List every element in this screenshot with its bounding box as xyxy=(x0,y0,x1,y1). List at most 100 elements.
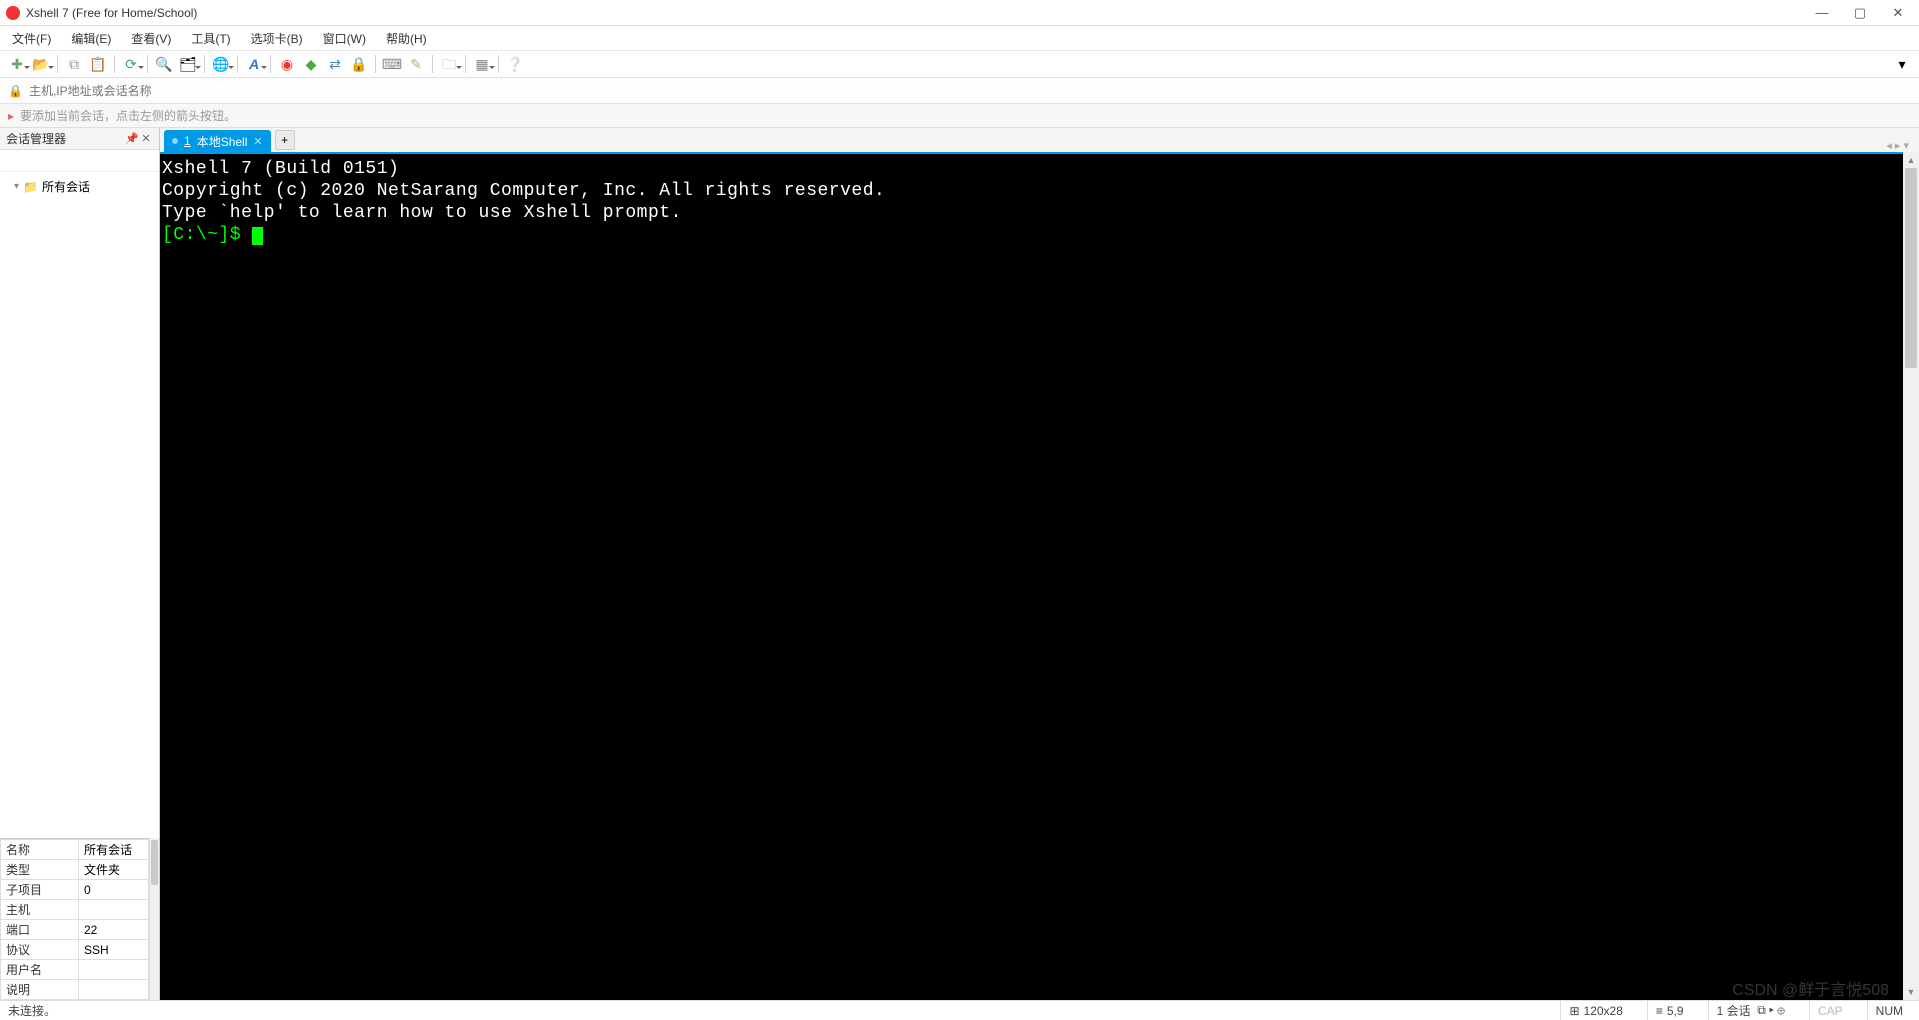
status-size: ⊞ 120x28 xyxy=(1560,1001,1630,1020)
session-manager-title: 会话管理器 xyxy=(6,130,66,147)
flag-icon: ▸ xyxy=(8,109,14,123)
collapse-icon: ▾ xyxy=(14,181,19,192)
panel-close-button[interactable]: ✕ xyxy=(139,132,153,146)
status-sessions: 1 会话 ⧉ ▸ ⊕ xyxy=(1708,1001,1793,1020)
keyboard-button[interactable]: ⌨ xyxy=(381,53,403,75)
session-manager-header: 会话管理器 📌 ✕ xyxy=(0,128,159,150)
toolbar-separator xyxy=(204,55,205,73)
table-row: 子项目0 xyxy=(1,880,149,900)
scroll-up-icon[interactable]: ▲ xyxy=(1903,152,1919,168)
session-tree-root-label: 所有会话 xyxy=(42,178,90,195)
folder-icon: 📁 xyxy=(23,180,38,194)
properties-button[interactable]: 🗂 xyxy=(177,53,199,75)
help-button[interactable]: ❔ xyxy=(504,53,526,75)
tab-local-shell[interactable]: 1 本地Shell ✕ xyxy=(164,130,271,152)
toolbar-separator xyxy=(432,55,433,73)
minimize-button[interactable]: — xyxy=(1815,6,1829,20)
toolbar-separator xyxy=(147,55,148,73)
scroll-down-icon[interactable]: ▼ xyxy=(1903,984,1919,1000)
tab-status-icon xyxy=(172,138,178,144)
session-tree[interactable]: ▾ 📁 所有会话 xyxy=(0,172,159,838)
reconnect-button[interactable]: ⟳ xyxy=(120,53,142,75)
titlebar: Xshell 7 (Free for Home/School) — ▢ ✕ xyxy=(0,0,1919,26)
highlight-button[interactable]: ✎ xyxy=(405,53,427,75)
tab-number: 1 xyxy=(184,134,191,148)
table-row: 协议SSH xyxy=(1,940,149,960)
transfer-button[interactable]: ⇄ xyxy=(324,53,346,75)
xftp-button[interactable]: ◆ xyxy=(300,53,322,75)
session-tree-root[interactable]: ▾ 📁 所有会话 xyxy=(6,176,153,197)
toolbar-overflow-button[interactable]: ▾ xyxy=(1891,53,1913,75)
layout-button[interactable]: ▦ xyxy=(471,53,493,75)
menu-view[interactable]: 查看(V) xyxy=(121,27,181,50)
main: 1 本地Shell ✕ + ◂ ▸ ▾ Xshell 7 (Build 0151… xyxy=(160,128,1919,1000)
hint-text: 要添加当前会话，点击左侧的箭头按钮。 xyxy=(20,107,236,124)
tab-add-button[interactable]: + xyxy=(275,130,295,150)
status-cursor-pos: ≡ 5,9 xyxy=(1647,1001,1692,1020)
menu-edit[interactable]: 编辑(E) xyxy=(61,27,121,50)
menu-tools[interactable]: 工具(T) xyxy=(181,27,240,50)
toolbar-separator xyxy=(114,55,115,73)
close-button[interactable]: ✕ xyxy=(1891,6,1905,20)
hint-bar: ▸ 要添加当前会话，点击左侧的箭头按钮。 xyxy=(0,104,1919,128)
status-num: NUM xyxy=(1867,1001,1911,1020)
properties-table: 名称所有会话 类型文件夹 子项目0 主机 端口22 协议SSH 用户名 说明 xyxy=(0,839,149,1000)
terminal[interactable]: Xshell 7 (Build 0151) Copyright (c) 2020… xyxy=(160,152,1903,1000)
table-row: 用户名 xyxy=(1,960,149,980)
new-session-button[interactable]: ✚ xyxy=(6,53,28,75)
font-button[interactable]: A xyxy=(243,53,265,75)
statusbar: 未连接。 ⊞ 120x28 ≡ 5,9 1 会话 ⧉ ▸ ⊕ CAP NUM xyxy=(0,1000,1919,1020)
menu-help[interactable]: 帮助(H) xyxy=(376,27,437,50)
lock-icon: 🔒 xyxy=(8,84,23,98)
menu-window[interactable]: 窗口(W) xyxy=(313,27,376,50)
terminal-line: Copyright (c) 2020 NetSarang Computer, I… xyxy=(162,180,1901,202)
tab-nav[interactable]: ◂ ▸ ▾ xyxy=(1880,139,1915,152)
tab-label: 本地Shell xyxy=(197,133,248,150)
terminal-prompt-line: [C:\~]$ xyxy=(162,224,1901,246)
toolbar: ✚ 📂 ⧉ 📋 ⟳ 🔍 🗂 🌐 A ◉ ◆ ⇄ 🔒 ⌨ ✎ 🗀 ▦ ❔ ▾ xyxy=(0,50,1919,78)
terminal-scrollbar[interactable]: ▲ ▼ xyxy=(1903,152,1919,1000)
open-button[interactable]: 📂 xyxy=(30,53,52,75)
status-caps: CAP xyxy=(1809,1001,1851,1020)
menubar: 文件(F) 编辑(E) 查看(V) 工具(T) 选项卡(B) 窗口(W) 帮助(… xyxy=(0,26,1919,50)
address-bar: 🔒 xyxy=(0,78,1919,104)
tab-close-button[interactable]: ✕ xyxy=(253,135,262,148)
paste-button[interactable]: 📋 xyxy=(87,53,109,75)
find-button[interactable]: 🔍 xyxy=(153,53,175,75)
table-row: 名称所有会话 xyxy=(1,840,149,860)
table-row: 端口22 xyxy=(1,920,149,940)
status-connection: 未连接。 xyxy=(8,1002,56,1019)
lock-button[interactable]: 🔒 xyxy=(348,53,370,75)
terminal-prompt: [C:\~]$ xyxy=(162,225,252,245)
session-manager-panel: 会话管理器 📌 ✕ 🔍 ▾ 📁 所有会话 名称所有会话 类型文件夹 子项目0 主… xyxy=(0,128,160,1000)
tabbar: 1 本地Shell ✕ + ◂ ▸ ▾ xyxy=(160,128,1919,152)
toolbar-separator xyxy=(375,55,376,73)
toolbar-separator xyxy=(237,55,238,73)
app-icon xyxy=(6,6,20,20)
menu-tabs[interactable]: 选项卡(B) xyxy=(241,27,313,50)
window-controls: — ▢ ✕ xyxy=(1815,6,1913,20)
terminal-line: Xshell 7 (Build 0151) xyxy=(162,158,1901,180)
toolbar-separator xyxy=(465,55,466,73)
body: 会话管理器 📌 ✕ 🔍 ▾ 📁 所有会话 名称所有会话 类型文件夹 子项目0 主… xyxy=(0,128,1919,1000)
toolbar-separator xyxy=(270,55,271,73)
xshell-button[interactable]: ◉ xyxy=(276,53,298,75)
table-row: 类型文件夹 xyxy=(1,860,149,880)
table-row: 主机 xyxy=(1,900,149,920)
menu-file[interactable]: 文件(F) xyxy=(2,27,61,50)
terminal-line: Type `help' to learn how to use Xshell p… xyxy=(162,202,1901,224)
toolbar-separator xyxy=(498,55,499,73)
terminal-container: Xshell 7 (Build 0151) Copyright (c) 2020… xyxy=(160,152,1919,1000)
copy-button[interactable]: ⧉ xyxy=(63,53,85,75)
pin-button[interactable]: 📌 xyxy=(125,132,139,146)
maximize-button[interactable]: ▢ xyxy=(1853,6,1867,20)
browser-button[interactable]: 🌐 xyxy=(210,53,232,75)
sessions-button[interactable]: 🗀 xyxy=(438,53,460,75)
toolbar-separator xyxy=(57,55,58,73)
properties-scrollbar[interactable] xyxy=(149,838,159,1000)
session-search-input[interactable] xyxy=(4,154,159,168)
address-input[interactable] xyxy=(29,84,1911,98)
window-title: Xshell 7 (Free for Home/School) xyxy=(26,6,1815,20)
terminal-cursor xyxy=(252,227,263,245)
session-search: 🔍 xyxy=(0,150,159,172)
